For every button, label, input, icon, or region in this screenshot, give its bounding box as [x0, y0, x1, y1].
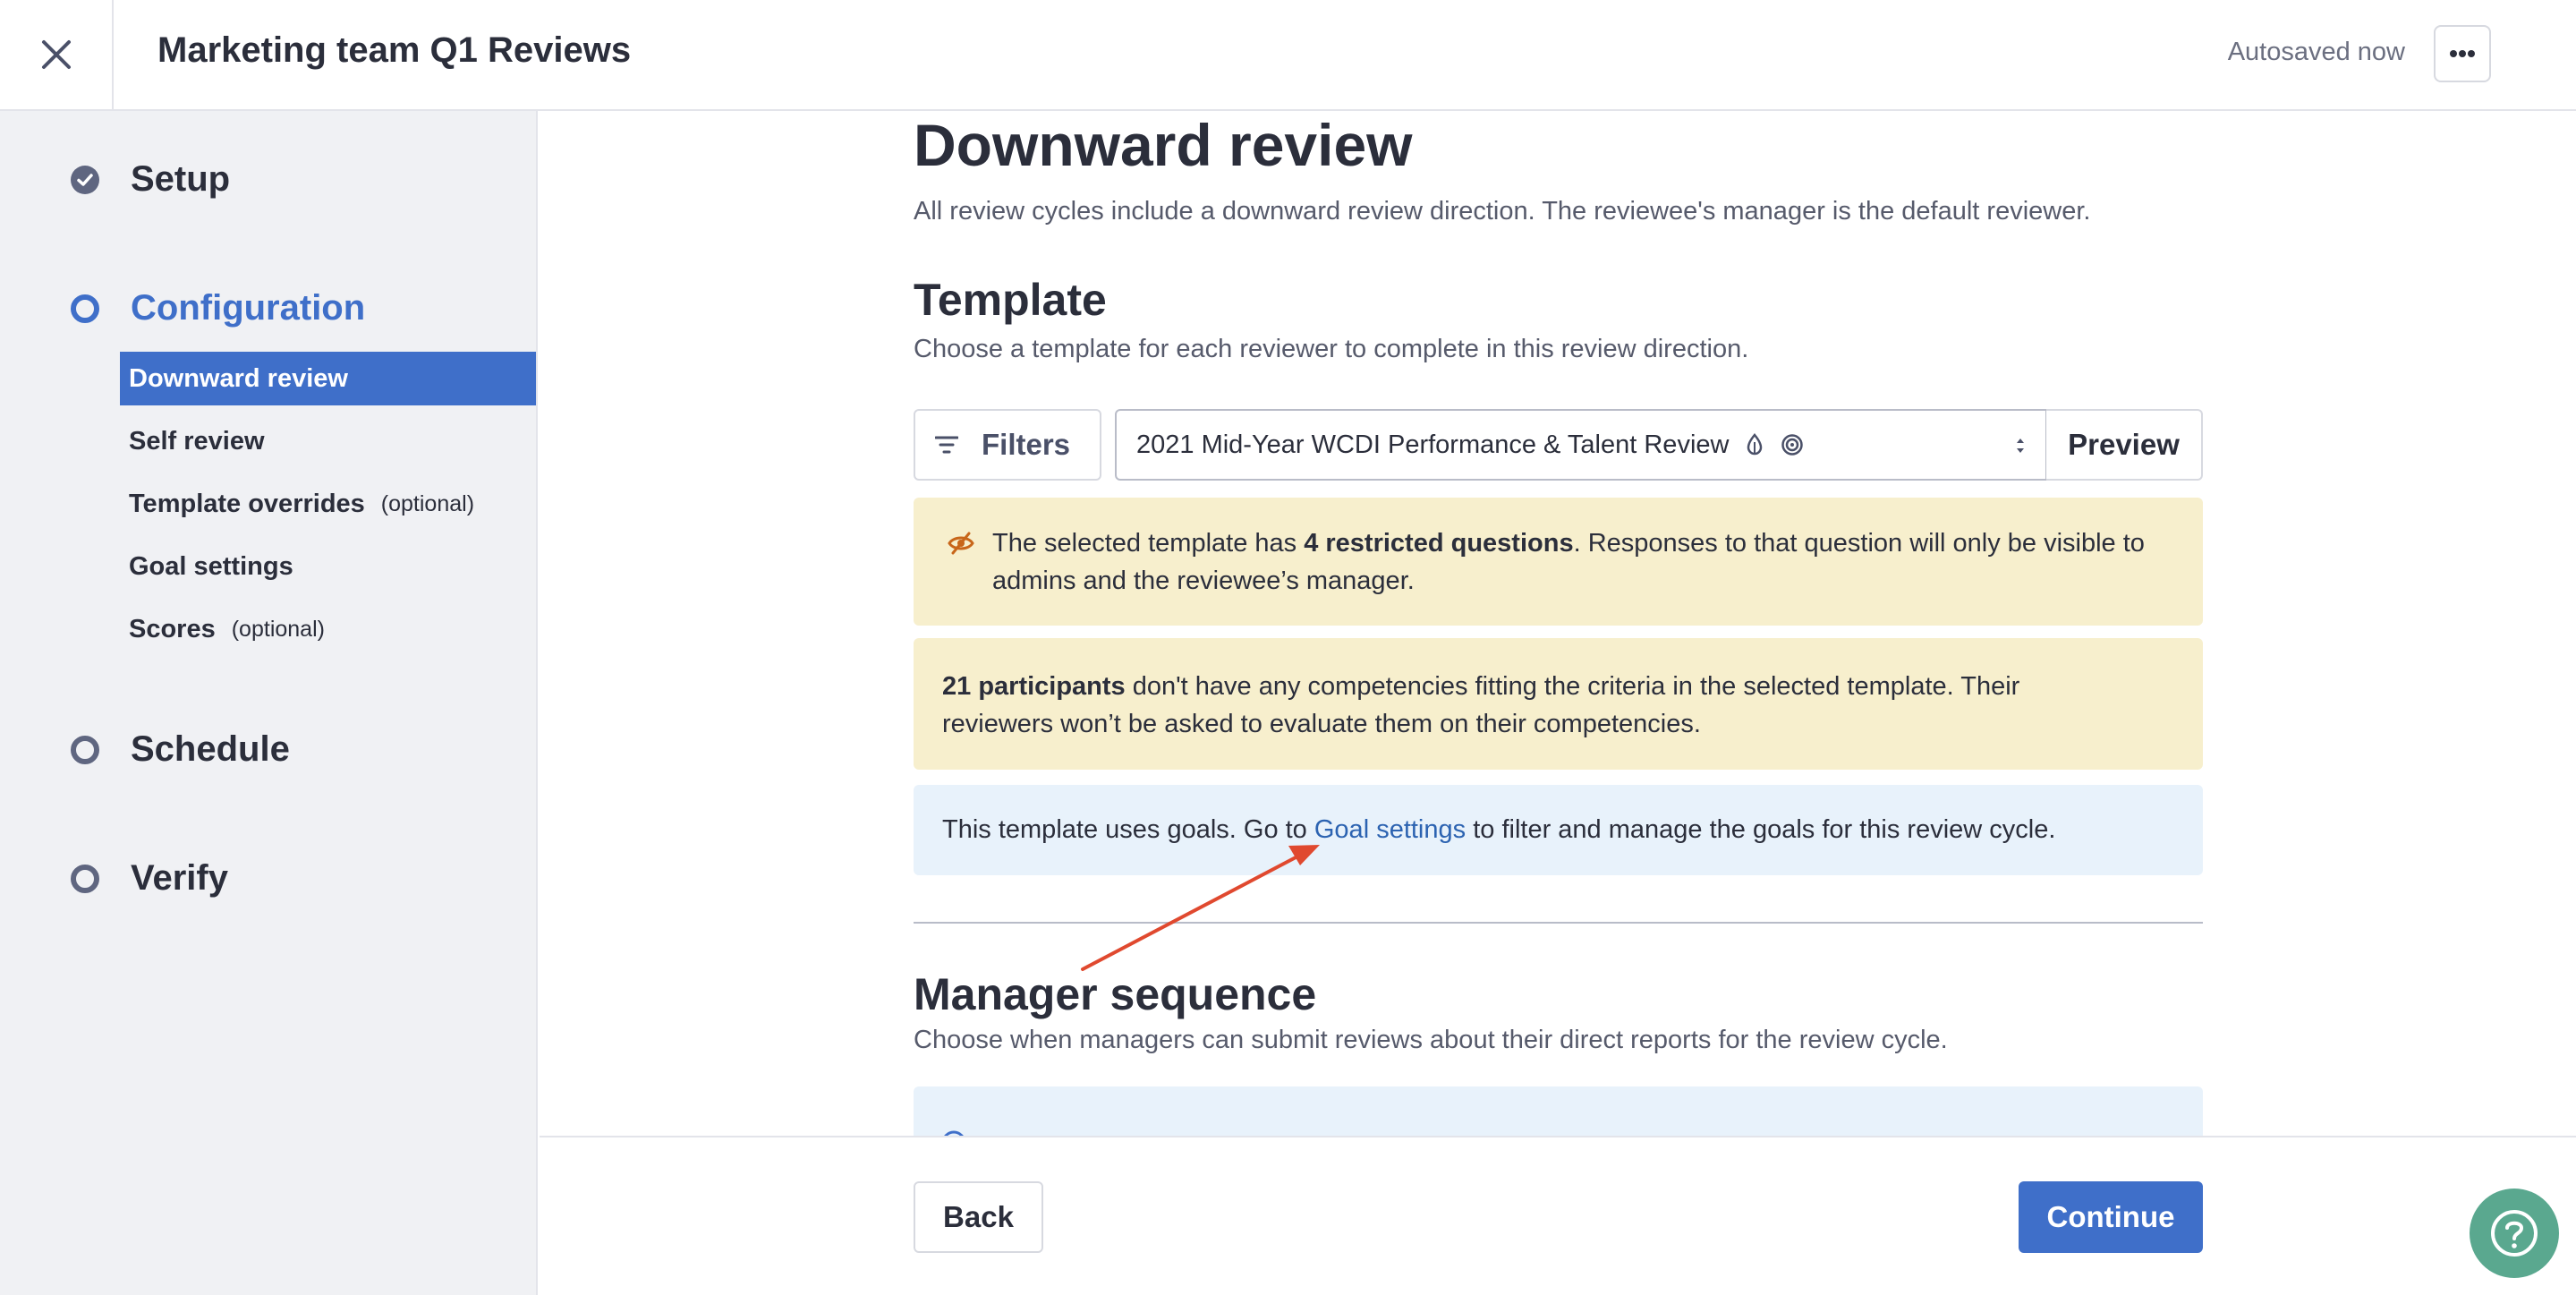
step-setup[interactable]: Setup	[70, 159, 230, 200]
step-label: Setup	[131, 159, 231, 199]
step-label: Verify	[131, 858, 228, 898]
sidebar-item-label: Downward review	[129, 363, 348, 393]
step-verify[interactable]: Verify	[70, 858, 228, 899]
more-options-button[interactable]	[2434, 25, 2491, 82]
more-horizontal-icon	[2450, 50, 2475, 57]
sidebar-item-label: Template overrides	[129, 489, 365, 518]
restricted-count: 4 restricted questions	[1304, 529, 1574, 558]
participants-banner-line1: 21 participants don't have any competenc…	[942, 672, 2020, 701]
back-button[interactable]: Back	[914, 1181, 1043, 1253]
page-description: All review cycles include a downward rev…	[914, 197, 2091, 226]
active-step-circle-icon	[71, 294, 99, 323]
participants-count: 21 participants	[942, 672, 1126, 701]
help-button[interactable]	[2470, 1189, 2559, 1278]
goals-info-banner: This template uses goals. Go to Goal set…	[914, 785, 2203, 875]
preview-button[interactable]: Preview	[2046, 409, 2203, 481]
sidebar-item-downward-review[interactable]: Downward review	[120, 352, 536, 405]
restricted-banner-line1: The selected template has 4 restricted q…	[992, 529, 2145, 558]
review-cycle-title: Marketing team Q1 Reviews	[157, 30, 632, 70]
page-title: Downward review	[914, 112, 1413, 178]
continue-button[interactable]: Continue	[2019, 1181, 2203, 1253]
goal-target-icon	[1781, 433, 1804, 456]
sidebar: Setup Configuration Downward review Self…	[0, 111, 538, 1295]
close-button[interactable]	[0, 0, 114, 109]
goal-settings-link[interactable]: Goal settings	[1314, 815, 1466, 844]
check-circle-icon	[71, 165, 99, 194]
select-arrows-icon	[2017, 439, 2024, 453]
autosave-status: Autosaved now	[2227, 38, 2405, 66]
step-label: Schedule	[131, 729, 290, 769]
filters-label: Filters	[982, 428, 1071, 461]
participants-banner: 21 participants don't have any competenc…	[914, 638, 2203, 770]
sidebar-item-self-review[interactable]: Self review	[120, 414, 536, 468]
filter-icon	[935, 436, 958, 454]
sidebar-item-label: Scores	[129, 614, 216, 643]
step-label: Configuration	[131, 288, 366, 328]
competency-icon	[1745, 433, 1764, 456]
optional-tag: (optional)	[231, 616, 325, 642]
sidebar-item-scores[interactable]: Scores (optional)	[120, 602, 536, 656]
manager-sequence-description: Choose when managers can submit reviews …	[914, 1026, 1948, 1054]
main-content: Downward review All review cycles includ…	[540, 111, 2576, 1136]
template-section-description: Choose a template for each reviewer to c…	[914, 335, 1749, 363]
template-section-title: Template	[914, 275, 1107, 325]
template-select[interactable]: 2021 Mid-Year WCDI Performance & Talent …	[1115, 409, 2047, 481]
close-icon	[41, 40, 71, 69]
pending-step-circle-icon	[71, 735, 99, 764]
step-schedule[interactable]: Schedule	[70, 729, 290, 770]
selected-template-value: 2021 Mid-Year WCDI Performance & Talent …	[1136, 430, 1730, 459]
eye-off-icon	[948, 532, 974, 555]
restricted-banner-line2: admins and the reviewee’s manager.	[992, 567, 1415, 595]
template-toolbar: Filters 2021 Mid-Year WCDI Performance &…	[914, 409, 2203, 481]
step-configuration[interactable]: Configuration	[70, 288, 365, 328]
sidebar-item-template-overrides[interactable]: Template overrides (optional)	[120, 477, 536, 531]
sidebar-item-goal-settings[interactable]: Goal settings	[120, 540, 536, 593]
top-header: Marketing team Q1 Reviews Autosaved now	[0, 0, 2576, 111]
radio-selected-icon	[944, 1130, 964, 1136]
sidebar-item-label: Self review	[129, 426, 265, 456]
pending-step-circle-icon	[71, 864, 99, 893]
section-divider	[914, 922, 2203, 924]
optional-tag: (optional)	[380, 490, 475, 516]
question-mark-icon	[2491, 1210, 2538, 1257]
footer-bar: Back Continue	[540, 1136, 2576, 1295]
restricted-questions-banner: The selected template has 4 restricted q…	[914, 498, 2203, 626]
manager-sequence-option[interactable]	[914, 1086, 2203, 1136]
filters-button[interactable]: Filters	[914, 409, 1101, 481]
sidebar-item-label: Goal settings	[129, 551, 293, 581]
participants-banner-line2: reviewers won’t be asked to evaluate the…	[942, 710, 1701, 738]
manager-sequence-title: Manager sequence	[914, 969, 1317, 1019]
